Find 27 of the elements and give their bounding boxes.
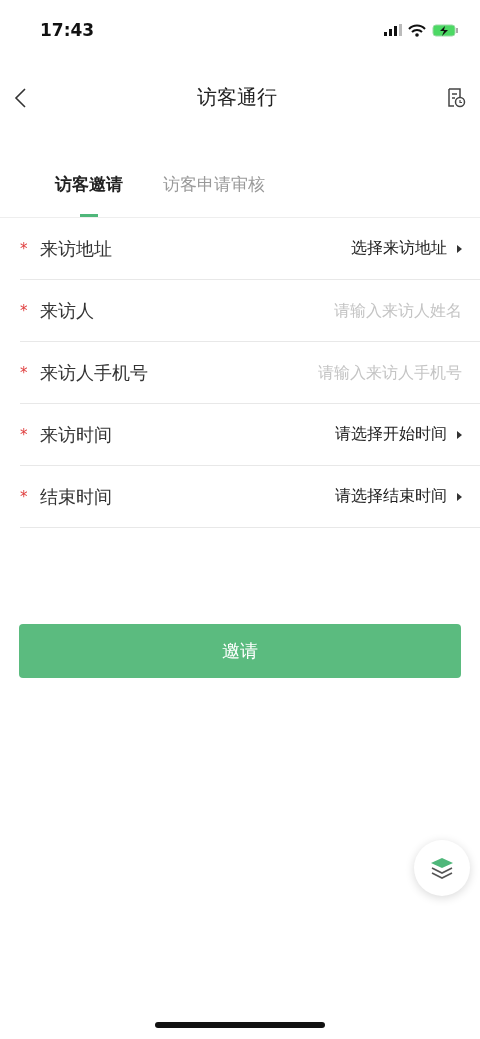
required-mark: * [20, 487, 29, 506]
tab-indicator [80, 214, 98, 217]
tab[interactable]: 访客邀请 [55, 173, 123, 217]
required-mark: * [20, 363, 29, 382]
required-mark: * [20, 301, 29, 320]
caret-icon [457, 244, 462, 253]
field-label: 结束时间 [40, 484, 113, 509]
caret-icon [457, 492, 462, 501]
field-label: 来访地址 [40, 236, 113, 261]
layers-icon [430, 857, 454, 879]
field-label: 来访时间 [40, 422, 113, 447]
layers-button[interactable] [414, 840, 470, 896]
status-time: 17:43 [40, 20, 95, 40]
battery-icon [432, 23, 458, 37]
select-field[interactable]: 请选择结束时间 [335, 486, 462, 507]
field-label: 来访人手机号 [40, 360, 149, 385]
field-label: 来访人 [40, 298, 95, 323]
required-mark: * [20, 239, 29, 258]
select-field[interactable]: 请选择开始时间 [335, 424, 462, 445]
wifi-icon [408, 23, 426, 37]
back-icon[interactable] [14, 86, 28, 109]
select-field[interactable]: 选择来访地址 [351, 238, 462, 259]
required-mark: * [20, 425, 29, 444]
caret-icon [457, 430, 462, 439]
signal-icon [384, 24, 402, 36]
record-icon[interactable] [446, 87, 466, 108]
page-title: 访客通行 [197, 84, 277, 111]
